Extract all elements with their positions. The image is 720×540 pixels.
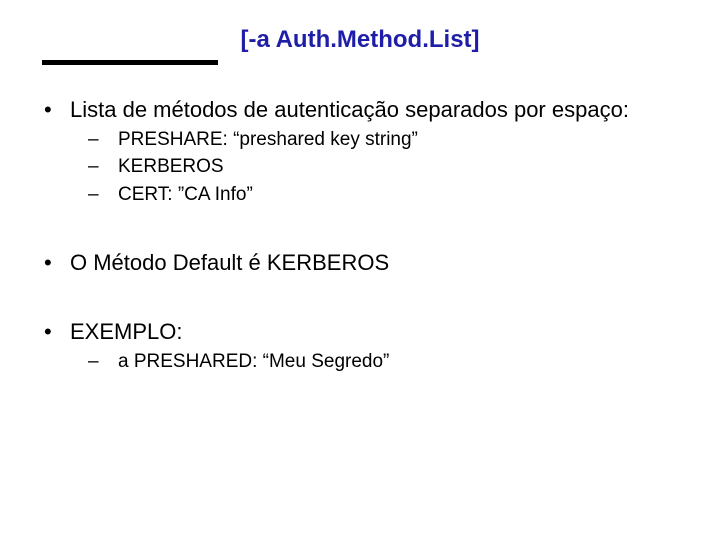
spacer (42, 282, 690, 318)
bullet-item-3: EXEMPLO: a PRESHARED: “Meu Segredo” (42, 318, 690, 373)
slide-content: Lista de métodos de autenticação separad… (42, 96, 690, 380)
slide: [-a Auth.Method.List] Lista de métodos d… (0, 0, 720, 540)
spacer (42, 213, 690, 249)
sub-item: a PRESHARED: “Meu Segredo” (70, 350, 690, 374)
sub-item: CERT: ”CA Info” (70, 183, 690, 207)
bullet-text: EXEMPLO: (70, 319, 182, 344)
sub-list-1: PRESHARE: “preshared key string” KERBERO… (70, 128, 690, 207)
bullet-item-1: Lista de métodos de autenticação separad… (42, 96, 690, 207)
sub-list-3: a PRESHARED: “Meu Segredo” (70, 350, 690, 374)
bullet-item-2: O Método Default é KERBEROS (42, 249, 690, 277)
title-underline (42, 60, 218, 65)
bullet-list: Lista de métodos de autenticação separad… (42, 96, 690, 374)
slide-title: [-a Auth.Method.List] (0, 26, 720, 54)
bullet-text: Lista de métodos de autenticação separad… (70, 97, 629, 122)
sub-item: KERBEROS (70, 155, 690, 179)
bullet-text: O Método Default é KERBEROS (70, 250, 389, 275)
sub-item: PRESHARE: “preshared key string” (70, 128, 690, 152)
